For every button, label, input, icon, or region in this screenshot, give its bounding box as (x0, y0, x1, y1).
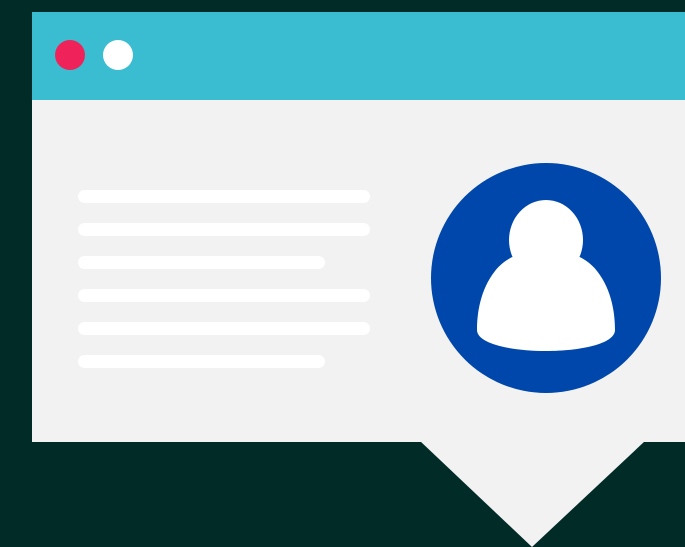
speech-bubble-tail (420, 441, 645, 547)
placeholder-text-line (78, 256, 325, 269)
placeholder-text-line (78, 190, 370, 203)
placeholder-text-line (78, 322, 370, 335)
profile-content (32, 100, 685, 442)
placeholder-text-line (78, 289, 370, 302)
placeholder-text-line (78, 223, 370, 236)
user-avatar (431, 163, 661, 393)
profile-window (32, 12, 685, 442)
window-dot-icon[interactable] (103, 40, 133, 70)
user-icon (477, 200, 615, 351)
illustration-background (0, 0, 685, 547)
close-dot-icon[interactable] (55, 40, 85, 70)
placeholder-text-line (78, 355, 325, 368)
window-titlebar (32, 12, 685, 100)
